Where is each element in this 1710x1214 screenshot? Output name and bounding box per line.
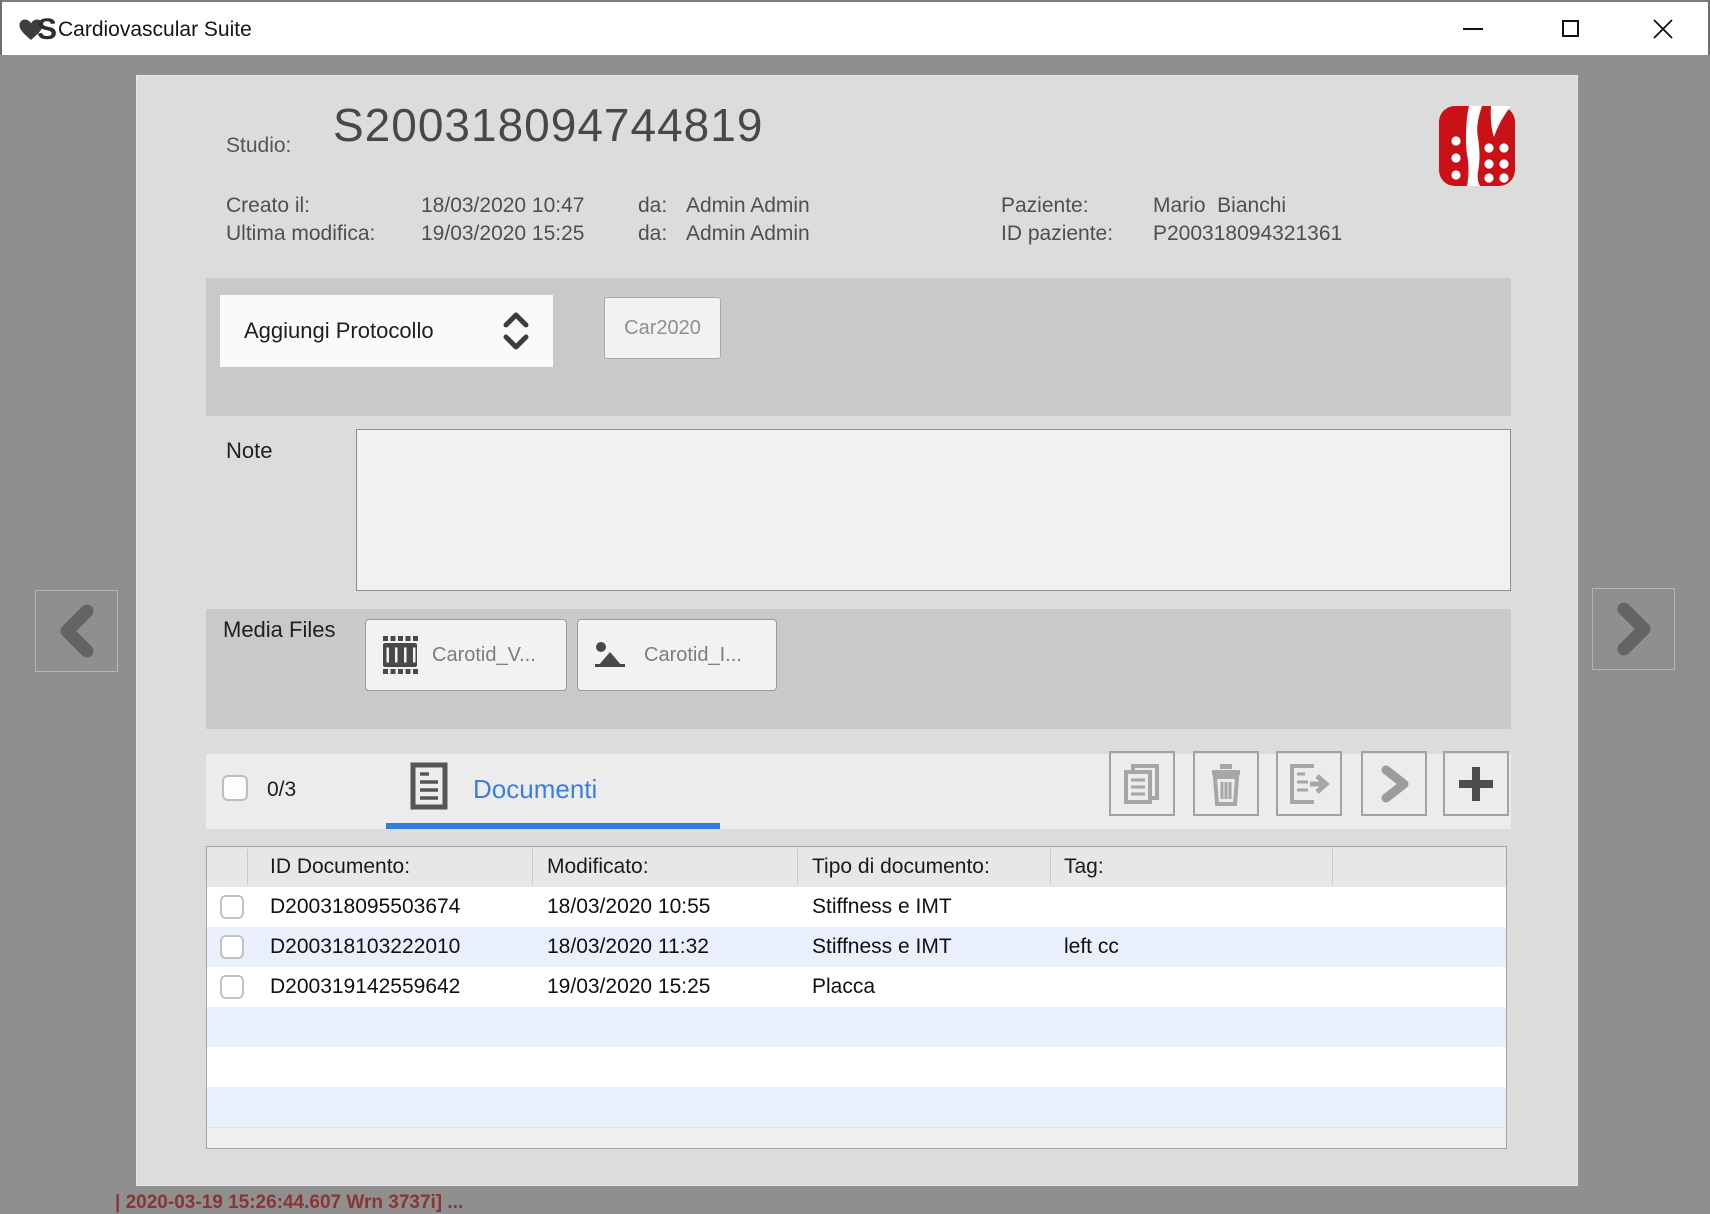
header-separator	[797, 849, 798, 885]
header-separator	[532, 849, 533, 885]
modified-label: Ultima modifica:	[226, 222, 375, 246]
app-window: { "window": { "title": "Cardiovascular S…	[0, 0, 1710, 1203]
header-separator	[247, 849, 248, 885]
header-tag: Tag:	[1064, 847, 1104, 887]
header-modified: Modificato:	[547, 847, 649, 887]
media-file-name: Carotid_V...	[432, 644, 536, 667]
next-study-button[interactable]	[1592, 588, 1675, 670]
media-file-image[interactable]: Carotid_I...	[577, 619, 777, 691]
patient-label: Paziente:	[1001, 194, 1089, 218]
modified-by: Admin Admin	[686, 222, 810, 246]
close-icon	[1652, 18, 1674, 40]
row-checkbox[interactable]	[220, 895, 244, 919]
film-icon	[380, 636, 420, 674]
export-document-icon	[1286, 762, 1332, 806]
cell-modified: 19/03/2020 15:25	[547, 967, 711, 1007]
patient-id-label: ID paziente:	[1001, 222, 1113, 246]
empty-row	[207, 1087, 1506, 1127]
table-row[interactable]: D200319142559642 19/03/2020 15:25 Placca	[207, 967, 1506, 1007]
header-id: ID Documento:	[270, 847, 410, 887]
plus-icon	[1454, 762, 1498, 806]
minimize-icon	[1463, 28, 1483, 30]
logo-s-letter: S	[37, 13, 57, 47]
header-separator	[1050, 849, 1051, 885]
media-file-video[interactable]: Carotid_V...	[365, 619, 567, 691]
cell-type: Stiffness e IMT	[812, 927, 952, 967]
created-by-label: da:	[638, 194, 667, 218]
cell-type: Placca	[812, 967, 875, 1007]
cell-id: D200318103222010	[270, 927, 460, 967]
row-checkbox[interactable]	[220, 935, 244, 959]
chevron-right-icon	[1608, 601, 1660, 657]
add-protocol-label: Aggiungi Protocollo	[244, 318, 434, 344]
document-icon	[409, 762, 449, 815]
carotid-suite-logo-icon	[1439, 106, 1515, 186]
add-document-button[interactable]	[1443, 751, 1509, 816]
chevron-left-icon	[51, 603, 103, 659]
study-detail-panel: Studio: S200318094744819 Creato il: 18/0…	[136, 75, 1578, 1186]
created-by: Admin Admin	[686, 194, 810, 218]
patient-id: P200318094321361	[1153, 222, 1342, 246]
table-row[interactable]: D200318095503674 18/03/2020 10:55 Stiffn…	[207, 887, 1506, 927]
patient-name: Mario Bianchi	[1153, 194, 1286, 218]
row-checkbox[interactable]	[220, 975, 244, 999]
study-label: Studio:	[226, 134, 291, 158]
table-header: ID Documento: Modificato: Tipo di docume…	[207, 847, 1506, 887]
copy-document-button[interactable]	[1109, 751, 1175, 816]
delete-document-button[interactable]	[1193, 751, 1259, 816]
updown-chevron-icon	[499, 310, 533, 352]
maximize-icon	[1562, 20, 1579, 37]
created-label: Creato il:	[226, 194, 310, 218]
note-textarea[interactable]	[356, 429, 1511, 591]
cell-type: Stiffness e IMT	[812, 887, 952, 927]
add-protocol-dropdown[interactable]: Aggiungi Protocollo	[220, 295, 553, 367]
previous-study-button[interactable]	[35, 590, 118, 672]
header-separator	[1332, 849, 1333, 885]
tab-documenti[interactable]: Documenti	[473, 774, 597, 805]
documents-table: ID Documento: Modificato: Tipo di docume…	[206, 846, 1507, 1149]
select-all-checkbox[interactable]	[222, 775, 248, 801]
created-date: 18/03/2020 10:47	[421, 194, 585, 218]
empty-row	[207, 1007, 1506, 1047]
tab-active-underline	[386, 823, 720, 829]
table-footer-strip	[207, 1127, 1506, 1149]
protocol-tag-button[interactable]: Car2020	[604, 297, 721, 359]
copy-document-icon	[1121, 762, 1163, 806]
study-id: S200318094744819	[333, 98, 763, 152]
header-type: Tipo di documento:	[812, 847, 990, 887]
image-icon	[592, 638, 632, 672]
media-files-label: Media Files	[223, 617, 335, 643]
status-log-line: | 2020-03-19 15:26:44.607 Wrn 3737i] ...	[115, 1192, 463, 1214]
window-title: Cardiovascular Suite	[58, 2, 252, 57]
open-document-button[interactable]	[1361, 751, 1427, 816]
maximize-button[interactable]	[1539, 2, 1601, 55]
table-row[interactable]: D200318103222010 18/03/2020 11:32 Stiffn…	[207, 927, 1506, 967]
export-document-button[interactable]	[1276, 751, 1342, 816]
minimize-button[interactable]	[1442, 2, 1504, 55]
close-button[interactable]	[1632, 2, 1694, 55]
cell-id: D200318095503674	[270, 887, 460, 927]
note-label: Note	[226, 438, 272, 464]
cell-id: D200319142559642	[270, 967, 460, 1007]
modified-by-label: da:	[638, 222, 667, 246]
window-titlebar: S Cardiovascular Suite	[0, 0, 1710, 55]
trash-icon	[1206, 762, 1246, 806]
app-logo-icon: S	[18, 14, 57, 46]
chevron-right-icon	[1374, 762, 1414, 806]
cell-modified: 18/03/2020 10:55	[547, 887, 711, 927]
modified-date: 19/03/2020 15:25	[421, 222, 585, 246]
cell-modified: 18/03/2020 11:32	[547, 927, 709, 967]
cell-tag: left cc	[1064, 927, 1119, 967]
media-file-name: Carotid_I...	[644, 644, 742, 667]
empty-row	[207, 1047, 1506, 1087]
selected-count: 0/3	[267, 778, 296, 802]
